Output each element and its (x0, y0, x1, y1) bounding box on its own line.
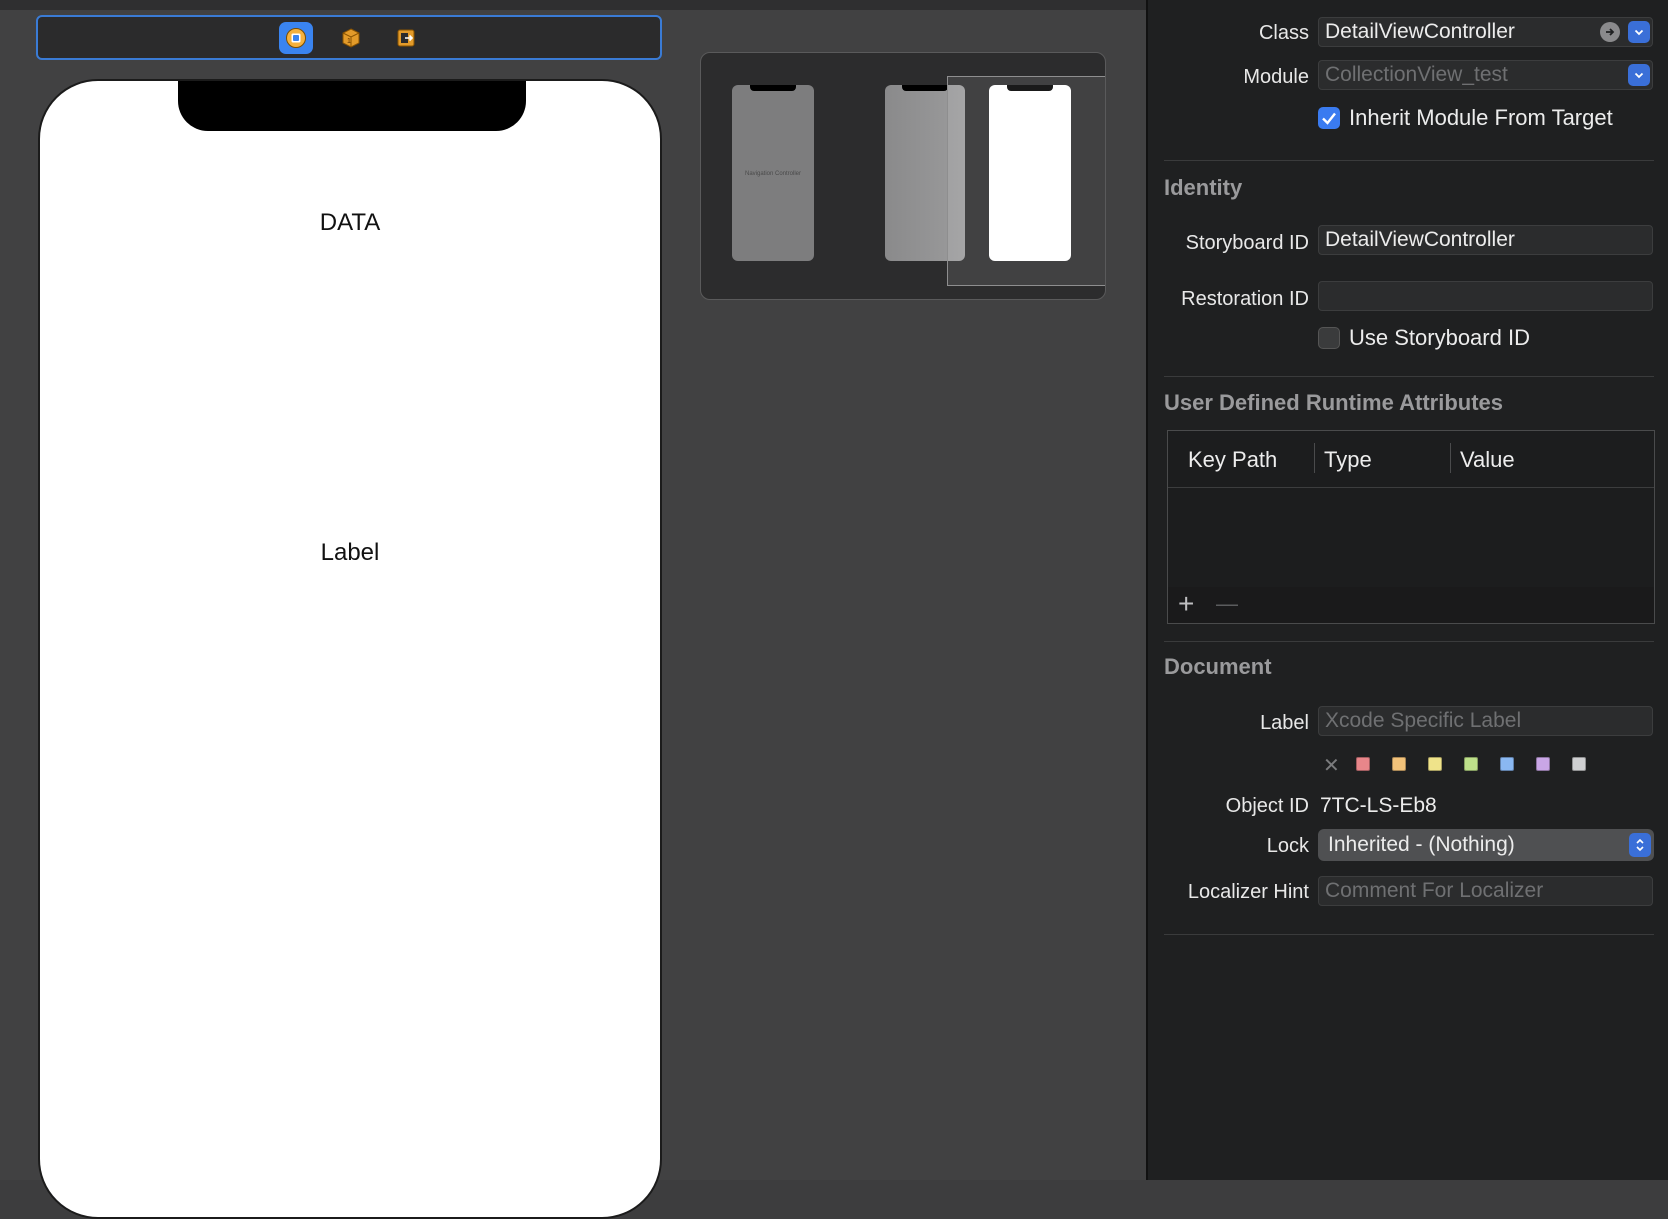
section-divider (1164, 934, 1654, 935)
data-label[interactable]: DATA (40, 209, 660, 237)
object-id-label: Object ID (1225, 795, 1309, 817)
restoration-id-label: Restoration ID (1181, 288, 1309, 310)
lock-value: Inherited - (Nothing) (1328, 833, 1515, 856)
runtime-attributes-header: Key Path Type Value (1168, 431, 1654, 488)
label-color-swatch[interactable] (1392, 757, 1406, 771)
chevron-down-icon (1634, 29, 1644, 36)
lock-popup-button[interactable]: Inherited - (Nothing) (1318, 829, 1654, 861)
device-notch (178, 81, 526, 131)
minimap-notch (902, 85, 948, 91)
module-field[interactable]: CollectionView_test (1318, 60, 1653, 90)
runtime-attributes-table[interactable]: Key Path Type Value + — (1167, 430, 1655, 624)
document-label-label: Label (1260, 712, 1309, 734)
runtime-attributes-section-title: User Defined Runtime Attributes (1164, 390, 1504, 415)
class-field[interactable]: DetailViewController (1318, 17, 1653, 47)
document-section-title: Document (1164, 654, 1272, 679)
column-value[interactable]: Value (1460, 447, 1515, 473)
identity-inspector: Class DetailViewController Module Collec… (1146, 0, 1668, 1180)
module-dropdown-button[interactable] (1628, 64, 1650, 86)
restoration-id-field[interactable] (1318, 281, 1653, 311)
label-color-swatch[interactable] (1464, 757, 1478, 771)
module-label: Module (1243, 66, 1309, 88)
lock-stepper-icon (1629, 833, 1651, 857)
scene-dock[interactable]: 1 (36, 15, 662, 60)
storyboard-id-field[interactable]: DetailViewController (1318, 225, 1653, 255)
object-id-value: 7TC-LS-Eb8 (1320, 794, 1437, 817)
column-separator[interactable] (1450, 443, 1451, 473)
column-type[interactable]: Type (1324, 447, 1372, 473)
localizer-hint-field[interactable]: Comment For Localizer (1318, 876, 1653, 906)
view-controller-icon[interactable] (279, 22, 313, 54)
minimap-nav-text: Navigation Controller (744, 171, 802, 177)
class-dropdown-button[interactable] (1628, 21, 1650, 43)
clear-label-color-icon[interactable]: ✕ (1323, 753, 1340, 778)
column-key-path[interactable]: Key Path (1188, 447, 1277, 473)
storyboard-canvas[interactable]: 1 DATA Label Navigation Controller (0, 0, 1146, 1219)
section-divider (1164, 641, 1654, 642)
minimap-notch (750, 85, 796, 91)
document-label-placeholder: Xcode Specific Label (1325, 709, 1522, 732)
label-color-swatch[interactable] (1500, 757, 1514, 771)
column-separator[interactable] (1314, 443, 1315, 473)
inherit-module-label[interactable]: Inherit Module From Target (1349, 105, 1613, 131)
runtime-attributes-footer: + — (1168, 587, 1654, 623)
label-color-swatch[interactable] (1428, 757, 1442, 771)
module-placeholder: CollectionView_test (1325, 63, 1508, 86)
canvas-minimap[interactable]: Navigation Controller (700, 52, 1106, 300)
localizer-hint-label: Localizer Hint (1187, 881, 1309, 903)
label-color-swatch[interactable] (1572, 757, 1586, 771)
minimap-navigation-controller[interactable]: Navigation Controller (732, 85, 814, 261)
storyboard-id-label: Storyboard ID (1185, 232, 1309, 254)
canvas-top-bar (0, 0, 1146, 10)
remove-attribute-button[interactable]: — (1216, 589, 1238, 619)
chevron-down-icon (1634, 72, 1644, 79)
exit-icon[interactable] (389, 22, 423, 54)
document-label-field[interactable]: Xcode Specific Label (1318, 706, 1653, 736)
first-responder-icon[interactable]: 1 (334, 22, 368, 54)
label-color-swatch[interactable] (1536, 757, 1550, 771)
section-divider (1164, 160, 1654, 161)
label-color-swatch[interactable] (1356, 757, 1370, 771)
go-to-class-arrow-icon[interactable] (1600, 22, 1620, 42)
class-label: Class (1258, 22, 1309, 44)
section-divider (1164, 376, 1654, 377)
storyboard-id-value: DetailViewController (1325, 228, 1515, 251)
minimap-viewport[interactable] (947, 76, 1105, 286)
identity-section-title: Identity (1164, 175, 1243, 200)
add-attribute-button[interactable]: + (1178, 589, 1194, 619)
use-storyboard-id-label[interactable]: Use Storyboard ID (1349, 325, 1530, 351)
inherit-module-checkbox[interactable] (1318, 107, 1340, 129)
chevron-up-down-icon (1636, 838, 1644, 852)
checkmark-icon (1322, 112, 1336, 125)
detail-view-controller-scene[interactable]: DATA Label (38, 79, 662, 1219)
class-value: DetailViewController (1325, 20, 1515, 43)
detail-label[interactable]: Label (40, 539, 660, 567)
localizer-hint-placeholder: Comment For Localizer (1325, 879, 1544, 902)
use-storyboard-id-checkbox[interactable] (1318, 327, 1340, 349)
svg-text:1: 1 (347, 38, 351, 45)
lock-label: Lock (1266, 835, 1309, 857)
